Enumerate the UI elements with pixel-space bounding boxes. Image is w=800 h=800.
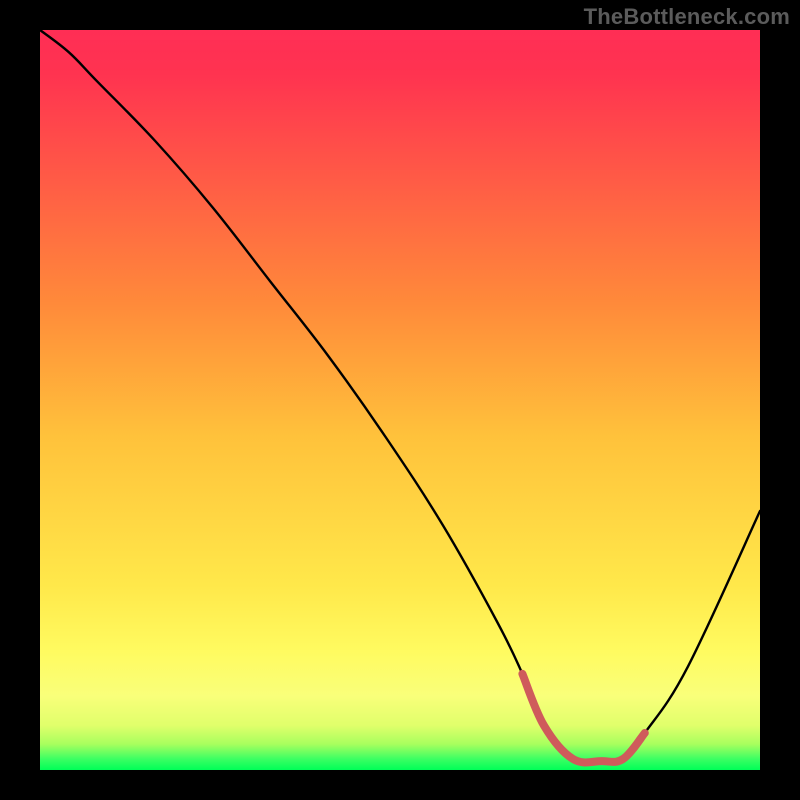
watermark-text: TheBottleneck.com (584, 4, 790, 30)
chart-stage: TheBottleneck.com (0, 0, 800, 800)
bottleneck-chart (0, 0, 800, 800)
frame-right (760, 0, 800, 800)
plot-background (40, 30, 760, 770)
frame-bottom (0, 770, 800, 800)
frame-left (0, 0, 40, 800)
